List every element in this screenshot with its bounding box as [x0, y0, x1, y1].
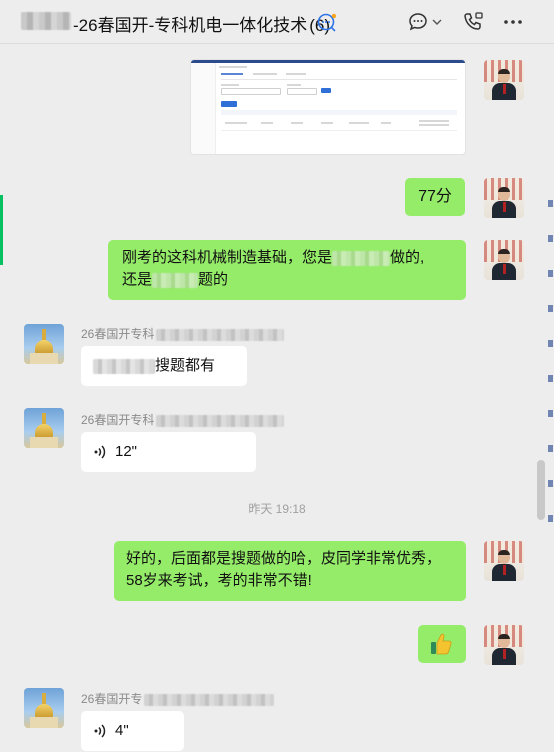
group-chat-icon[interactable] — [316, 12, 338, 34]
message-text: 还是 — [122, 271, 153, 288]
my-avatar[interactable] — [484, 240, 524, 280]
voice-wave-icon — [94, 445, 106, 459]
message-text: 刚考的这科机械制造基础，您是 — [122, 249, 333, 266]
image-cell — [321, 122, 333, 124]
redacted-blur — [332, 250, 391, 266]
chat-title[interactable]: -26春国开-专科机电一体化技术 (6) — [73, 11, 330, 36]
avatar-dome — [35, 424, 53, 438]
chat-title-text: -26春国开-专科机电一体化技术 — [73, 16, 308, 35]
redacted-blur — [156, 328, 285, 341]
voice-wave-icon — [94, 724, 106, 738]
shared-image[interactable] — [191, 60, 465, 154]
contact-avatar[interactable] — [24, 688, 64, 728]
image-table-header — [221, 110, 457, 115]
chat-header: -26春国开-专科机电一体化技术 (6) — [0, 0, 554, 44]
redacted-blur — [156, 414, 285, 427]
avatar-tie — [503, 565, 506, 575]
scrollbar-track[interactable] — [535, 44, 547, 752]
nickname-text: 26春国开专 — [81, 692, 143, 706]
image-cell — [225, 122, 247, 124]
my-avatar[interactable] — [484, 178, 524, 218]
voice-duration: 4" — [115, 722, 129, 739]
image-input — [287, 88, 317, 95]
message-line: 还是 题的 — [122, 269, 452, 291]
message-bubble[interactable]: 刚考的这科机械制造基础，您是 做的, 还是 题的 — [108, 240, 466, 300]
left-edge-indicator — [0, 195, 3, 265]
nickname-text: 26春国开专科 — [81, 327, 155, 341]
contact-avatar[interactable] — [24, 408, 64, 448]
image-tab — [286, 73, 306, 75]
sender-nickname: 26春国开专 — [81, 690, 275, 707]
time-divider: 昨天 19:18 — [248, 502, 306, 516]
image-cell — [349, 122, 369, 124]
avatar-base — [30, 717, 58, 728]
image-text-line — [219, 66, 247, 68]
image-cell — [261, 122, 273, 124]
more-icon[interactable] — [501, 10, 525, 34]
avatar-tie — [503, 264, 506, 274]
avatar-base — [30, 437, 58, 448]
voice-duration: 12" — [115, 443, 138, 460]
avatar-tie — [503, 649, 506, 659]
avatar-base — [30, 353, 58, 364]
redacted-blur — [144, 693, 275, 706]
image-cell — [419, 124, 449, 126]
window-edge-marks — [547, 200, 554, 600]
avatar-tie — [503, 202, 506, 212]
message-line: 好的，后面都是搜题做的哈，皮同学非常优秀， — [126, 550, 442, 567]
avatar-dome — [35, 340, 53, 354]
call-icon[interactable] — [461, 10, 485, 34]
my-avatar[interactable] — [484, 625, 524, 665]
nickname-text: 26春国开专科 — [81, 413, 155, 427]
image-cell — [291, 122, 303, 124]
image-tab — [253, 73, 277, 75]
sender-nickname: 26春国开专科 — [81, 411, 285, 428]
message-text: 题的 — [198, 271, 229, 288]
voice-message[interactable]: 12" — [81, 432, 256, 472]
image-search-btn — [321, 88, 331, 93]
thumbs-up-icon — [431, 633, 452, 655]
image-primary-btn — [221, 101, 237, 107]
image-tab-active — [221, 73, 243, 75]
avatar-dome — [35, 704, 53, 718]
message-bubble[interactable]: 搜题都有 — [81, 346, 247, 386]
image-tab-underline — [221, 79, 457, 80]
scrollbar-thumb[interactable] — [537, 460, 545, 520]
message-line: 58岁来考试，考的非常不错! — [126, 572, 312, 589]
image-cell — [381, 122, 391, 124]
image-label — [221, 84, 239, 86]
sender-nickname: 26春国开专科 — [81, 325, 285, 342]
image-cell — [419, 120, 449, 122]
avatar-hair — [498, 550, 510, 555]
avatar-hair — [498, 634, 510, 639]
message-text: 搜题都有 — [155, 357, 216, 374]
emoji-bubble[interactable] — [418, 625, 466, 663]
image-topbar — [191, 60, 465, 63]
image-label — [287, 84, 301, 86]
redacted-blur — [93, 358, 155, 374]
avatar-tie — [503, 84, 506, 94]
chat-more-icon[interactable] — [406, 10, 430, 34]
avatar-hair — [498, 249, 510, 254]
image-sidebar — [191, 63, 216, 154]
image-select — [221, 88, 281, 95]
dropdown-chevron-icon[interactable] — [430, 10, 444, 34]
message-bubble[interactable]: 好的，后面都是搜题做的哈，皮同学非常优秀， 58岁来考试，考的非常不错! — [114, 541, 466, 601]
message-text: 77分 — [418, 188, 452, 205]
message-text: 做的, — [390, 249, 425, 266]
contact-avatar[interactable] — [24, 324, 64, 364]
message-bubble[interactable]: 77分 — [405, 178, 465, 216]
message-line: 刚考的这科机械制造基础，您是 做的, — [122, 247, 452, 269]
voice-message[interactable]: 4" — [81, 711, 184, 751]
avatar-hair — [498, 69, 510, 74]
my-avatar[interactable] — [484, 60, 524, 100]
avatar-hair — [498, 187, 510, 192]
title-redacted-blur — [21, 12, 71, 30]
redacted-blur — [152, 272, 199, 288]
my-avatar[interactable] — [484, 541, 524, 581]
